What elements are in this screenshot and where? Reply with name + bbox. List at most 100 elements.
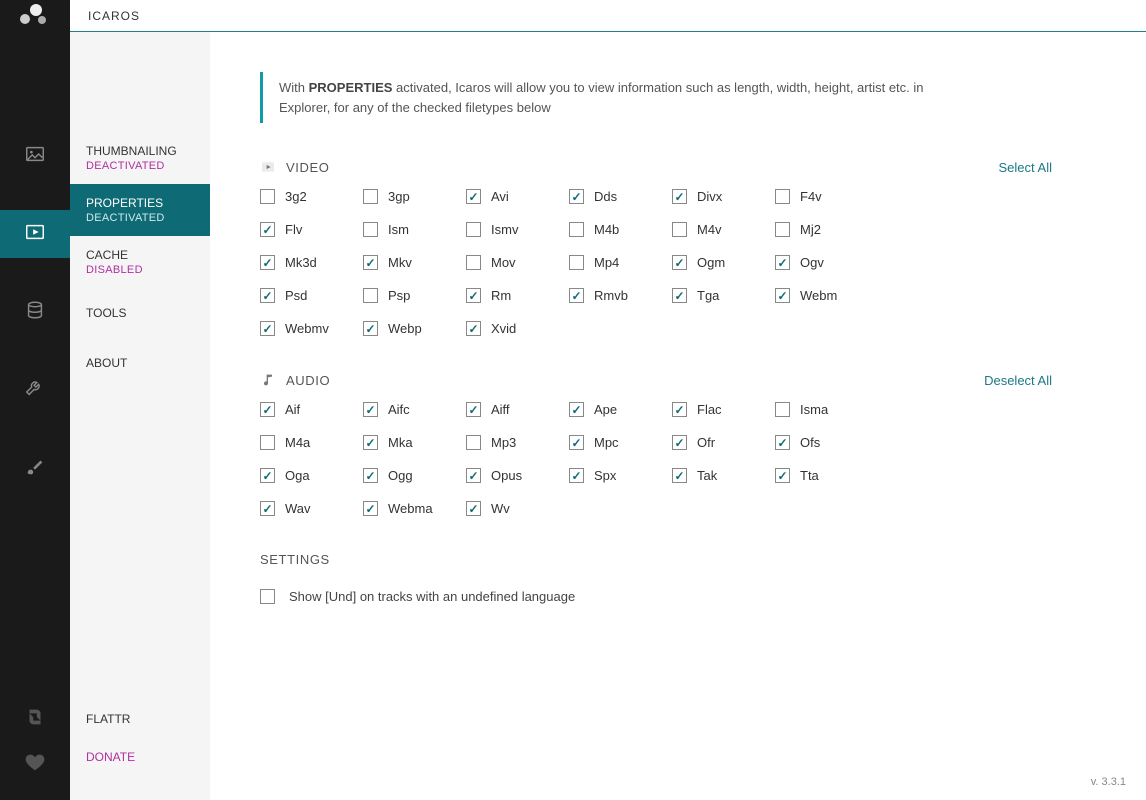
close-button[interactable]	[1116, 0, 1146, 32]
checkbox[interactable]	[363, 189, 378, 204]
checkbox[interactable]	[466, 501, 481, 516]
checkbox[interactable]	[260, 501, 275, 516]
video-filetype-divx[interactable]: Divx	[672, 189, 767, 204]
checkbox[interactable]	[363, 468, 378, 483]
audio-filetype-opus[interactable]: Opus	[466, 468, 561, 483]
checkbox[interactable]	[466, 402, 481, 417]
video-filetype-mkv[interactable]: Mkv	[363, 255, 458, 270]
video-filetype-dds[interactable]: Dds	[569, 189, 664, 204]
audio-filetype-ape[interactable]: Ape	[569, 402, 664, 417]
video-filetype-m4v[interactable]: M4v	[672, 222, 767, 237]
audio-filetype-isma[interactable]: Isma	[775, 402, 870, 417]
video-filetype-mov[interactable]: Mov	[466, 255, 561, 270]
video-filetype-psp[interactable]: Psp	[363, 288, 458, 303]
checkbox[interactable]	[466, 288, 481, 303]
checkbox[interactable]	[260, 468, 275, 483]
sidebar-item-thumbnailing[interactable]: THUMBNAILINGDEACTIVATED	[70, 132, 210, 184]
checkbox[interactable]	[775, 402, 790, 417]
checkbox[interactable]	[260, 402, 275, 417]
checkbox[interactable]	[466, 222, 481, 237]
checkbox[interactable]	[260, 288, 275, 303]
checkbox[interactable]	[260, 435, 275, 450]
checkbox[interactable]	[569, 435, 584, 450]
video-filetype-f4v[interactable]: F4v	[775, 189, 870, 204]
video-filetype-psd[interactable]: Psd	[260, 288, 355, 303]
checkbox[interactable]	[569, 255, 584, 270]
rail-flattr[interactable]	[24, 706, 46, 733]
settings-gear-button[interactable]	[1026, 0, 1056, 32]
checkbox[interactable]	[260, 222, 275, 237]
checkbox[interactable]	[466, 321, 481, 336]
video-filetype-mk3d[interactable]: Mk3d	[260, 255, 355, 270]
audio-filetype-ofr[interactable]: Ofr	[672, 435, 767, 450]
checkbox[interactable]	[569, 468, 584, 483]
rail-cache[interactable]	[0, 288, 70, 336]
checkbox[interactable]	[672, 435, 687, 450]
audio-filetype-tta[interactable]: Tta	[775, 468, 870, 483]
sidebar-item-properties[interactable]: PROPERTIESDEACTIVATED	[70, 184, 210, 236]
video-filetype-rm[interactable]: Rm	[466, 288, 561, 303]
audio-filetype-aifc[interactable]: Aifc	[363, 402, 458, 417]
video-filetype-tga[interactable]: Tga	[672, 288, 767, 303]
video-filetype-mj2[interactable]: Mj2	[775, 222, 870, 237]
video-filetype-webm[interactable]: Webm	[775, 288, 870, 303]
minimize-button[interactable]	[1056, 0, 1086, 32]
video-filetype-ism[interactable]: Ism	[363, 222, 458, 237]
checkbox[interactable]	[569, 222, 584, 237]
checkbox[interactable]	[775, 435, 790, 450]
audio-filetype-tak[interactable]: Tak	[672, 468, 767, 483]
rail-donate[interactable]	[24, 751, 46, 778]
audio-filetype-ofs[interactable]: Ofs	[775, 435, 870, 450]
sidebar-flattr[interactable]: FLATTR	[70, 700, 210, 738]
video-filetype-avi[interactable]: Avi	[466, 189, 561, 204]
checkbox[interactable]	[363, 288, 378, 303]
sidebar-donate[interactable]: DONATE	[70, 738, 210, 776]
checkbox[interactable]	[775, 288, 790, 303]
video-filetype-webmv[interactable]: Webmv	[260, 321, 355, 336]
setting-und-checkbox[interactable]	[260, 589, 275, 604]
audio-filetype-flac[interactable]: Flac	[672, 402, 767, 417]
checkbox[interactable]	[363, 402, 378, 417]
audio-filetype-oga[interactable]: Oga	[260, 468, 355, 483]
checkbox[interactable]	[260, 255, 275, 270]
audio-deselect-all[interactable]: Deselect All	[984, 373, 1052, 388]
checkbox[interactable]	[569, 189, 584, 204]
checkbox[interactable]	[260, 189, 275, 204]
audio-filetype-m4a[interactable]: M4a	[260, 435, 355, 450]
checkbox[interactable]	[466, 189, 481, 204]
audio-filetype-wv[interactable]: Wv	[466, 501, 561, 516]
checkbox[interactable]	[775, 468, 790, 483]
checkbox[interactable]	[466, 435, 481, 450]
rail-about[interactable]	[0, 444, 70, 492]
audio-filetype-ogg[interactable]: Ogg	[363, 468, 458, 483]
checkbox[interactable]	[363, 255, 378, 270]
video-filetype-xvid[interactable]: Xvid	[466, 321, 561, 336]
rail-tools[interactable]	[0, 366, 70, 414]
checkbox[interactable]	[363, 435, 378, 450]
video-filetype-ismv[interactable]: Ismv	[466, 222, 561, 237]
video-filetype-rmvb[interactable]: Rmvb	[569, 288, 664, 303]
audio-filetype-wav[interactable]: Wav	[260, 501, 355, 516]
video-filetype-3g2[interactable]: 3g2	[260, 189, 355, 204]
audio-filetype-aiff[interactable]: Aiff	[466, 402, 561, 417]
audio-filetype-mpc[interactable]: Mpc	[569, 435, 664, 450]
video-filetype-m4b[interactable]: M4b	[569, 222, 664, 237]
rail-properties[interactable]	[0, 210, 70, 258]
checkbox[interactable]	[363, 501, 378, 516]
audio-filetype-aif[interactable]: Aif	[260, 402, 355, 417]
checkbox[interactable]	[260, 321, 275, 336]
rail-thumbnailing[interactable]	[0, 132, 70, 180]
audio-filetype-mka[interactable]: Mka	[363, 435, 458, 450]
setting-und[interactable]: Show [Und] on tracks with an undefined l…	[260, 589, 1096, 604]
checkbox[interactable]	[775, 189, 790, 204]
sidebar-item-about[interactable]: ABOUT	[70, 338, 210, 388]
checkbox[interactable]	[466, 468, 481, 483]
audio-filetype-mp3[interactable]: Mp3	[466, 435, 561, 450]
audio-filetype-spx[interactable]: Spx	[569, 468, 664, 483]
checkbox[interactable]	[363, 222, 378, 237]
audio-filetype-webma[interactable]: Webma	[363, 501, 458, 516]
checkbox[interactable]	[775, 255, 790, 270]
video-select-all[interactable]: Select All	[999, 160, 1052, 175]
checkbox[interactable]	[672, 288, 687, 303]
video-filetype-webp[interactable]: Webp	[363, 321, 458, 336]
